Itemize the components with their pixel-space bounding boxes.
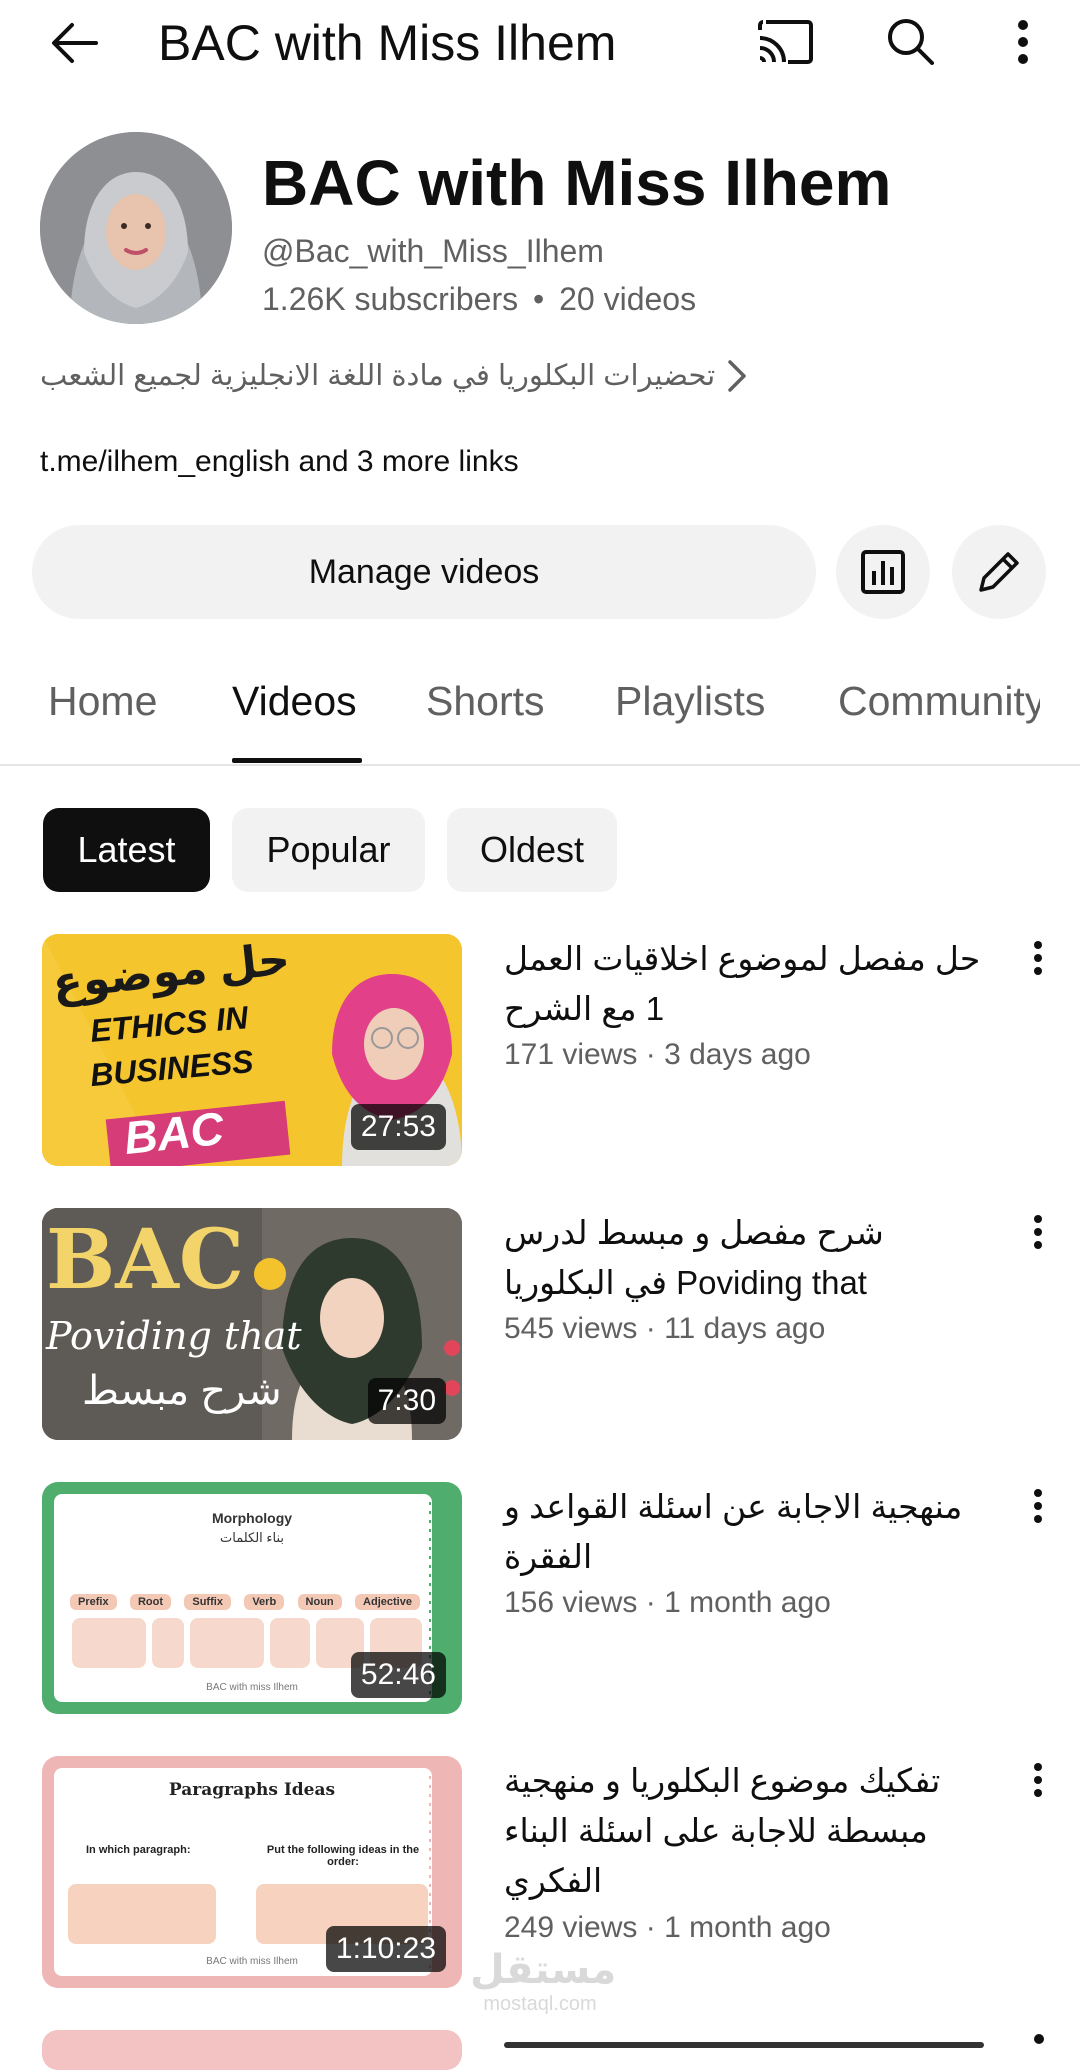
video-title[interactable]: حل مفصل لموضوع اخلاقيات العمل 1 مع الشرح [504, 934, 1004, 1034]
video-thumbnail[interactable]: BAC Poviding that شرح مبسط 7:30 [42, 1208, 462, 1440]
chip-oldest[interactable]: Oldest [447, 808, 617, 892]
thumb-bac-text: BAC [46, 1212, 245, 1308]
video-meta: 545 views · 11 days ago [504, 1312, 826, 1345]
top-app-bar: BAC with Miss Ilhem [0, 0, 1080, 86]
video-thumbnail[interactable]: حل موضوع ETHICS IN BUSINESS BAC 27:53 [42, 934, 462, 1166]
app-bar-title: BAC with Miss Ilhem [158, 15, 617, 71]
video-more-icon[interactable] [1020, 1476, 1056, 1536]
subscriber-count: 1.26K subscribers [262, 281, 519, 317]
video-more-icon[interactable] [1020, 1202, 1056, 1262]
chip-latest[interactable]: Latest [43, 808, 210, 892]
cast-icon[interactable] [750, 12, 820, 72]
manage-videos-button[interactable]: Manage videos [32, 525, 816, 619]
watermark-latin: mostaql.com [483, 1993, 597, 2015]
stats-separator: • [533, 281, 545, 317]
channel-name: BAC with Miss Ilhem [262, 147, 892, 219]
channel-avatar[interactable] [40, 132, 232, 324]
video-title[interactable]: منهجية الاجابة عن اسئلة القواعد و الفقرة [504, 1482, 1004, 1582]
active-tab-indicator [232, 758, 362, 763]
tab-home[interactable]: Home [48, 678, 157, 725]
video-count: 20 videos [559, 281, 697, 317]
video-title-partial[interactable] [504, 2030, 1004, 2049]
video-thumbnail[interactable]: Paragraphs Ideas In which paragraph: Put… [42, 1756, 462, 1988]
watermark-arabic: مستقل [470, 1948, 617, 1992]
chevron-right-icon[interactable] [716, 354, 760, 398]
video-meta: 156 views · 1 month ago [504, 1586, 831, 1619]
video-thumbnail[interactable]: Morphology بناء الكلمات Prefix Root Suff… [42, 1482, 462, 1714]
pencil-icon [979, 552, 1019, 592]
edit-channel-button[interactable] [952, 525, 1046, 619]
video-more-icon[interactable] [1034, 2034, 1044, 2044]
tab-playlists[interactable]: Playlists [615, 678, 765, 725]
video-duration: 52:46 [350, 1652, 446, 1698]
video-title[interactable]: شرح مفصل و مبسط لدرس Poviding that في ال… [504, 1208, 1004, 1308]
video-duration: 7:30 [367, 1378, 446, 1424]
thumb-line-1: Poviding that [46, 1314, 302, 1358]
video-thumbnail-partial[interactable] [42, 2030, 462, 2070]
watermark-logo: مستقل mostaql.com [470, 1948, 617, 2016]
thumb-tag: BAC [121, 1101, 227, 1165]
more-vert-icon[interactable] [988, 12, 1058, 72]
thumb-line-2: شرح مبسط [82, 1369, 282, 1413]
channel-description[interactable]: تحضيرات البكلوريا في مادة اللغة الانجليز… [40, 356, 720, 396]
analytics-button[interactable] [836, 525, 930, 619]
back-arrow-icon[interactable] [40, 14, 110, 72]
tab-videos[interactable]: Videos [232, 678, 357, 725]
channel-tabs: Home Videos Shorts Playlists Community [0, 650, 1040, 765]
channel-handle: @Bac_with_Miss_Ilhem [262, 233, 604, 269]
tab-community[interactable]: Community [838, 678, 1040, 725]
channel-stats: 1.26K subscribers • 20 videos [262, 278, 696, 320]
video-duration: 27:53 [350, 1104, 446, 1150]
video-more-icon[interactable] [1020, 1750, 1056, 1810]
video-duration: 1:10:23 [325, 1926, 446, 1972]
video-meta: 171 views · 3 days ago [504, 1038, 811, 1071]
chip-popular[interactable]: Popular [232, 808, 425, 892]
video-meta: 249 views · 1 month ago [504, 1911, 831, 1944]
channel-links[interactable]: t.me/ilhem_english and 3 more links [40, 442, 519, 482]
bar-chart-icon [861, 550, 905, 594]
tabs-divider [0, 764, 1080, 766]
search-icon[interactable] [876, 12, 946, 72]
video-more-icon[interactable] [1020, 928, 1056, 988]
video-title[interactable]: تفكيك موضوع البكلوريا و منهجية مبسطة للا… [504, 1756, 1004, 1906]
tab-shorts[interactable]: Shorts [426, 678, 545, 725]
